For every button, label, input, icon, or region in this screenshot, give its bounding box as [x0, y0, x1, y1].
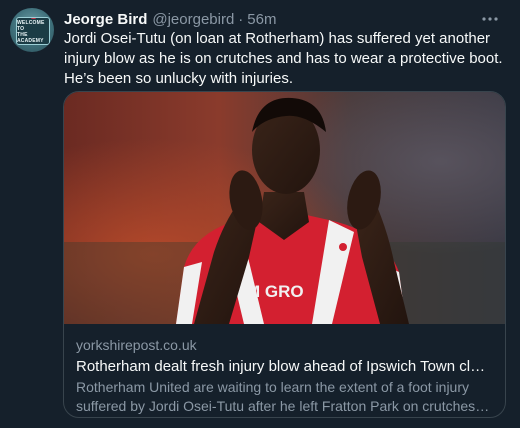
badge-dot [30, 18, 36, 19]
academy-badge: WELCOME TO THE ACADEMY [16, 17, 50, 45]
card-description-line-1: Rotherham United are waiting to learn th… [76, 379, 469, 395]
more-dots-glyph [482, 17, 498, 21]
author-name[interactable]: Jeorge Bird [64, 11, 147, 28]
timestamp[interactable]: 56m [247, 11, 276, 28]
card-image[interactable]: M GRO [64, 92, 505, 324]
author-handle[interactable]: @jeorgebird [152, 11, 234, 28]
tweet-header: Jeorge Bird @jeorgebird · 56m [64, 9, 508, 29]
card-description-line-2: suffered by Jordi Osei-Tutu after he lef… [76, 398, 493, 414]
avatar-text-top: WELCOME TO [17, 20, 45, 32]
footballer-photo: M GRO [64, 92, 505, 324]
tweet-text: Jordi Osei-Tutu (on loan at Rotherham) h… [64, 30, 503, 87]
card-title[interactable]: Rotherham dealt fresh injury blow ahead … [76, 357, 493, 377]
link-card[interactable]: M GRO yorkshirepost.co.uk Rotherham deal… [63, 91, 506, 418]
card-meta: yorkshirepost.co.uk Rotherham dealt fres… [64, 324, 505, 416]
tweet[interactable]: WELCOME TO THE ACADEMY Jeorge Bird @jeor… [0, 0, 520, 428]
separator: · [238, 10, 244, 28]
card-domain: yorkshirepost.co.uk [76, 337, 197, 353]
avatar[interactable]: WELCOME TO THE ACADEMY [10, 8, 54, 52]
card-description: Rotherham United are waiting to learn th… [76, 378, 493, 416]
avatar-text-bottom: THE ACADEMY [17, 32, 44, 44]
shirt-sponsor-text: M GRO [246, 282, 304, 301]
